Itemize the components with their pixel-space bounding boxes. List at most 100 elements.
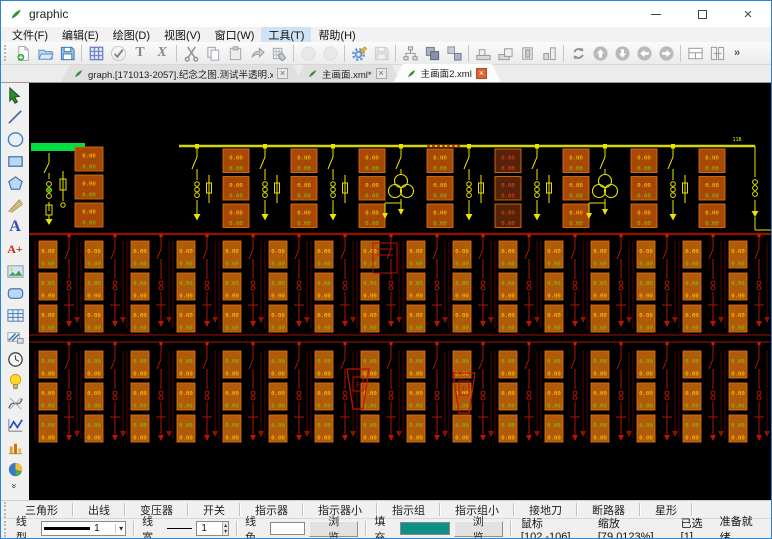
title-bar: graphic × <box>1 1 771 27</box>
nav-left-button[interactable] <box>633 43 655 64</box>
ellipse-tool[interactable] <box>3 128 28 150</box>
svg-text:0.00: 0.00 <box>179 423 192 429</box>
svg-text:0.00: 0.00 <box>731 281 744 287</box>
bar-chart-tool[interactable] <box>3 436 28 458</box>
line-chart-tool[interactable] <box>3 414 28 436</box>
menu-item[interactable]: 窗口(W) <box>208 27 262 42</box>
window-split-button[interactable] <box>706 43 728 64</box>
svg-text:0.00: 0.00 <box>82 221 95 227</box>
component-button-outlet[interactable]: 出线 <box>75 502 123 518</box>
spinner-buttons[interactable]: ▴ ▾ <box>222 522 228 535</box>
nav-right-button[interactable] <box>655 43 677 64</box>
svg-text:0.00: 0.00 <box>547 249 560 255</box>
component-button-switch[interactable]: 开关 <box>190 502 238 518</box>
nav-up-button[interactable] <box>589 43 611 64</box>
paste-button[interactable] <box>224 43 246 64</box>
cursor-tool[interactable] <box>3 84 28 106</box>
fill-color-swatch[interactable] <box>400 522 450 535</box>
minimize-button[interactable] <box>633 1 679 27</box>
rectangle-tool[interactable] <box>3 150 28 172</box>
svg-text:0.00: 0.00 <box>409 294 422 300</box>
rounded-rectangle-tool[interactable] <box>3 282 28 304</box>
line-tool[interactable] <box>3 106 28 128</box>
ungroup-button[interactable] <box>443 43 465 64</box>
send-button[interactable] <box>246 43 268 64</box>
line-type-select[interactable]: 1 ▾ <box>41 521 126 536</box>
group-button[interactable] <box>421 43 443 64</box>
cut-button[interactable] <box>180 43 202 64</box>
svg-text:0.00: 0.00 <box>179 359 192 365</box>
spin-down-icon[interactable]: ▾ <box>224 529 227 535</box>
table-tool[interactable] <box>3 304 28 326</box>
drawing-canvas[interactable]: 0.000.000.000.000.000.0011B0.000.000.000… <box>29 83 771 500</box>
rectangle-icon <box>6 152 25 171</box>
grip-handle[interactable] <box>4 521 9 537</box>
align-back-button[interactable] <box>494 43 516 64</box>
svg-text:0.00: 0.00 <box>82 165 95 171</box>
save-file-icon <box>59 45 76 62</box>
delete-cells-button[interactable] <box>268 43 290 64</box>
menu-item[interactable]: 帮助(H) <box>311 27 362 42</box>
line-color-browse-button[interactable]: 浏览 <box>309 521 358 537</box>
svg-text:0.00: 0.00 <box>639 423 652 429</box>
svg-text:F: F <box>462 386 466 393</box>
align-bottom-button[interactable] <box>472 43 494 64</box>
tree-button[interactable] <box>399 43 421 64</box>
menu-item[interactable]: 绘图(D) <box>106 27 157 42</box>
tab-2[interactable]: 主画面.xml*× <box>295 65 401 82</box>
hatch-tool[interactable] <box>3 326 28 348</box>
grip-handle[interactable] <box>4 45 9 61</box>
maximize-button[interactable] <box>679 1 725 27</box>
text-tool[interactable]: A <box>3 216 28 238</box>
nav-down-button[interactable] <box>611 43 633 64</box>
tab-close-icon[interactable]: × <box>476 68 487 79</box>
grip-handle[interactable] <box>4 502 9 518</box>
save-file-button[interactable] <box>56 43 78 64</box>
nav-left-icon <box>636 45 653 62</box>
window-tile-button[interactable] <box>684 43 706 64</box>
line-width-input[interactable]: 1 ▴ ▾ <box>196 521 229 536</box>
palette-more-button[interactable]: » <box>10 483 20 488</box>
svg-text:0.00: 0.00 <box>731 404 744 410</box>
pie-chart-icon <box>6 460 25 479</box>
menu-item[interactable]: 文件(F) <box>5 27 55 42</box>
align-column-button[interactable] <box>538 43 560 64</box>
align-front-button[interactable] <box>516 43 538 64</box>
refresh-button[interactable] <box>567 43 589 64</box>
grid-button[interactable] <box>85 43 107 64</box>
tab-1[interactable]: graph.[171013-2057].纪念之图.测试半透明.xml× <box>61 65 302 82</box>
text-italic-button[interactable]: X <box>151 43 173 64</box>
copy-button[interactable] <box>202 43 224 64</box>
svg-text:0.00: 0.00 <box>731 294 744 300</box>
polygon-tool[interactable] <box>3 172 28 194</box>
toolbar-overflow-button[interactable]: » <box>730 47 744 59</box>
dropdown-arrow-icon[interactable]: ▾ <box>115 524 123 533</box>
clock-tool[interactable] <box>3 348 28 370</box>
menu-item[interactable]: 编辑(E) <box>55 27 106 42</box>
leaf-icon <box>406 68 417 79</box>
open-file-button[interactable] <box>34 43 56 64</box>
svg-text:0.00: 0.00 <box>317 404 330 410</box>
close-button[interactable]: × <box>725 1 771 27</box>
bulb-tool[interactable] <box>3 370 28 392</box>
line-color-swatch[interactable] <box>270 522 305 535</box>
image-tool[interactable] <box>3 260 28 282</box>
fill-browse-button[interactable]: 浏览 <box>454 521 503 537</box>
arc-tool[interactable] <box>3 194 28 216</box>
new-file-button[interactable] <box>12 43 34 64</box>
text-add-tool[interactable]: A+ <box>3 238 28 260</box>
tab-close-icon[interactable]: × <box>277 68 288 79</box>
svg-text:0.00: 0.00 <box>547 294 560 300</box>
menu-item[interactable]: 工具(T) <box>261 27 311 42</box>
menu-item[interactable]: 视图(V) <box>157 27 208 42</box>
text-button[interactable]: T <box>129 43 151 64</box>
tab-3[interactable]: 主画面2.xml× <box>394 64 501 82</box>
svg-text:0.00: 0.00 <box>133 281 146 287</box>
pie-chart-tool[interactable] <box>3 458 28 480</box>
check-button[interactable] <box>107 43 129 64</box>
svg-text:0.00: 0.00 <box>593 359 606 365</box>
settings-button[interactable] <box>348 43 370 64</box>
tab-close-icon[interactable]: × <box>376 68 387 79</box>
curve-tool[interactable] <box>3 392 28 414</box>
svg-text:0.00: 0.00 <box>317 436 330 442</box>
